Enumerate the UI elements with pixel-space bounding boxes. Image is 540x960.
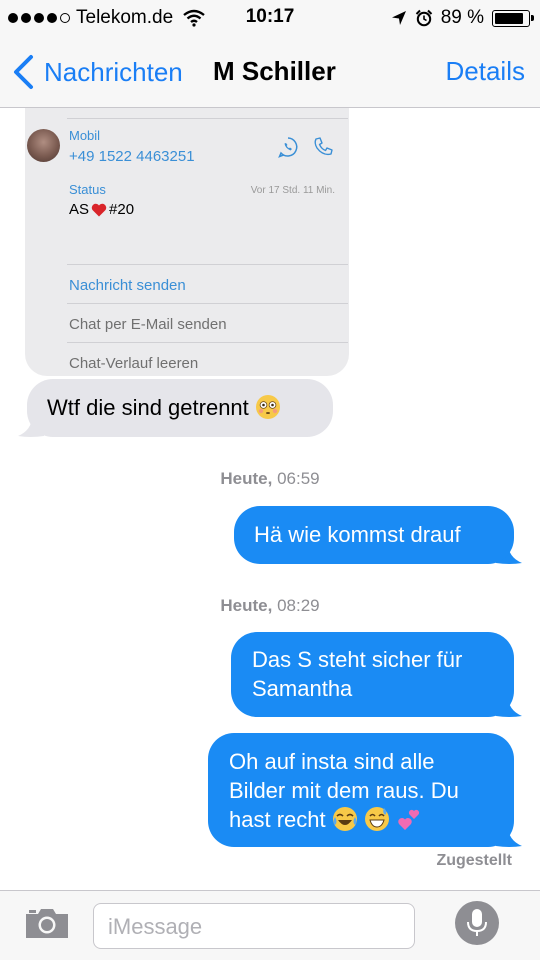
clear-chat-button[interactable]: Chat-Verlauf leeren [69,355,198,372]
avatar [27,129,60,162]
status-text-suffix: #20 [109,201,135,218]
status-timestamp: Vor 17 Std. 11 Min. [250,185,335,196]
message-text-line: Bilder mit dem raus. Du [229,778,459,803]
conversation-title: M Schiller [213,56,336,86]
status-right: 89 % [391,6,534,30]
message-text-line: Samantha [252,676,353,701]
whatsapp-icon[interactable] [277,136,299,158]
divider [67,264,348,265]
send-message-button[interactable]: Nachricht senden [69,277,186,294]
alarm-icon [415,9,432,27]
message-text-line: Das S steht sicher für [252,647,463,672]
outgoing-message-bubble[interactable]: Das S steht sicher für Samantha [231,632,514,717]
navigation-bar: Nachrichten M Schiller Details [0,36,540,108]
message-input[interactable]: iMessage [93,903,415,949]
chevron-left-icon [14,55,33,89]
contact-card[interactable]: Mobil +49 1522 4463251 Status Vor 17 Std… [25,108,349,376]
timestamp: Heute, 08:29 [0,596,540,616]
two-hearts-emoji-icon [398,809,420,830]
camera-icon[interactable] [24,905,70,941]
message-text-line-with-emoji: hast recht [229,805,493,834]
phone-icon[interactable] [312,136,334,158]
status-label: Status [69,182,106,197]
message-text: Wtf die sind getrennt [47,395,249,420]
outgoing-message-bubble[interactable]: Hä wie kommst drauf [234,506,514,564]
status-text-prefix: AS [69,201,90,218]
contact-status: AS #20 [69,201,134,218]
message-input-bar: iMessage [0,890,540,960]
battery-fill [495,12,524,24]
microphone-icon [467,909,487,936]
divider [67,342,348,343]
back-button-label: Nachrichten [44,56,183,87]
timestamp: Heute, 06:59 [0,469,540,489]
battery-percent: 89 % [440,7,484,28]
outgoing-message-bubble[interactable]: Oh auf insta sind alle Bilder mit dem ra… [208,733,514,847]
message-input-placeholder: iMessage [108,914,203,939]
back-button[interactable]: Nachrichten [12,54,183,90]
location-arrow-icon [391,11,406,25]
phone-label: Mobil [69,128,101,143]
battery-icon [492,9,534,27]
flushed-face-emoji-icon [255,395,280,419]
divider [67,118,348,119]
timestamp-time: 08:29 [272,596,320,615]
heart-icon [91,203,107,216]
status-bar: Telekom.de 10:17 89 % [0,0,540,36]
message-text-line: Oh auf insta sind alle [229,749,435,774]
grinning-sweat-emoji-icon [364,807,389,831]
details-button[interactable]: Details [446,56,525,87]
divider [67,303,348,304]
tears-of-joy-emoji-icon [332,807,357,831]
message-text: Hä wie kommst drauf [254,522,461,547]
email-chat-button[interactable]: Chat per E-Mail senden [69,316,227,333]
microphone-button[interactable] [455,901,499,945]
timestamp-time: 06:59 [272,469,320,488]
message-text-line: hast recht [229,807,326,832]
phone-number[interactable]: +49 1522 4463251 [69,148,195,165]
timestamp-day: Heute, [220,469,273,488]
incoming-message-bubble[interactable]: Wtf die sind getrennt [27,379,333,437]
delivery-status: Zugestellt [436,852,512,869]
timestamp-day: Heute, [220,596,273,615]
